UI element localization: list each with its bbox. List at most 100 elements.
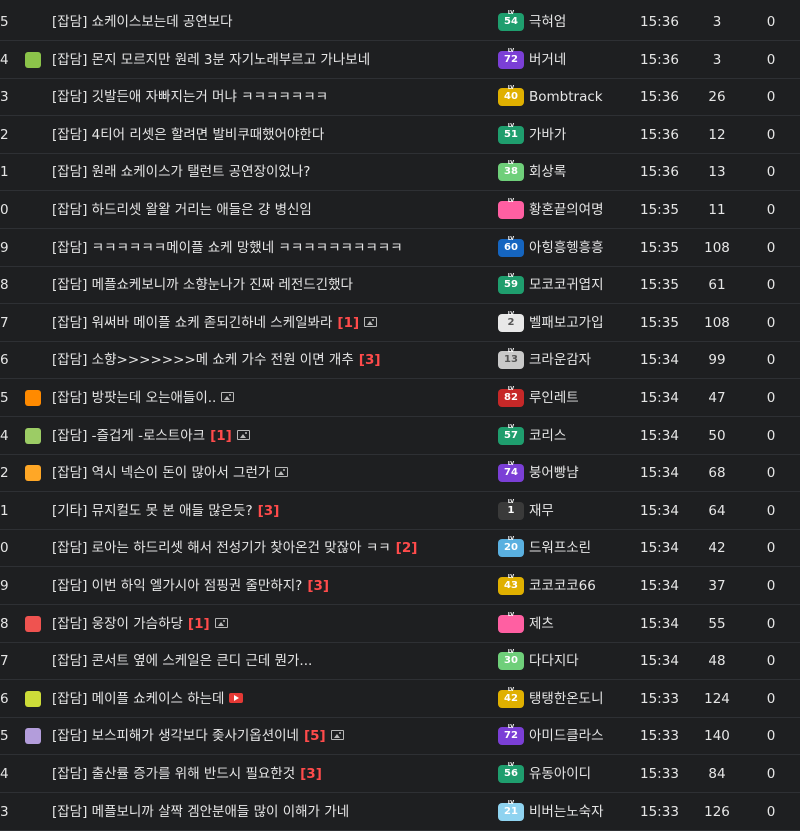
post-row[interactable]: 3 [잡담] 메플보니까 살짝 겜안분애들 많이 이해가 가네 LV 21 비버는노숙자… (0, 794, 800, 831)
post-row[interactable]: 2 [잡담] 역시 넥슨이 돈이 많아서 그런가 LV 74 붕어빵냠 15:34 68 0 (0, 455, 800, 493)
comment-count[interactable]: [2] (396, 540, 418, 556)
post-title[interactable]: 소향>>>>>>>메 쇼케 가수 전원 이면 개추 (92, 352, 354, 368)
post-author[interactable]: 아미드클라스 (529, 718, 637, 755)
post-title-link[interactable]: [잡담] 이번 하익 엘가시아 점핑권 줄만하지? [3] (52, 568, 492, 605)
post-title[interactable]: 깃발든애 자빠지는거 머냐 ㅋㅋㅋㅋㅋㅋㅋ (92, 89, 328, 105)
comment-count[interactable]: [1] (210, 428, 232, 444)
post-thumbnail-icon[interactable] (25, 728, 41, 745)
post-thumbnail-icon[interactable] (25, 51, 41, 68)
post-title-link[interactable]: [기타] 뮤지컬도 못 본 애들 많은듯? [3] (52, 493, 492, 530)
post-row[interactable]: 5 [잡담] 방팟는데 오는애들이.. LV 82 루인레트 15:34 47 0 (0, 380, 800, 417)
post-author[interactable]: 버거네 (529, 42, 637, 79)
post-row[interactable]: 6 [잡담] 소향>>>>>>>메 쇼케 가수 전원 이면 개추 [3] LV 13 크라… (0, 342, 800, 380)
comment-count[interactable]: [1] (188, 616, 210, 632)
post-title[interactable]: 웅장이 가슴하당 (92, 616, 183, 632)
post-title-link[interactable]: [잡담] 메플보니까 살짝 겜안분애들 많이 이해가 가네 (52, 794, 492, 831)
post-author[interactable]: 루인레트 (529, 380, 637, 417)
post-thumbnail-icon[interactable] (25, 615, 41, 632)
post-title-link[interactable]: [잡담] 로아는 하드리셋 해서 전성기가 찾아온건 맞잖아 ㅋㅋ [2] (52, 530, 492, 567)
post-row[interactable]: 3 [잡담] 깃발든애 자빠지는거 머냐 ㅋㅋㅋㅋㅋㅋㅋ LV 40 Bombtrack… (0, 79, 800, 117)
post-title-link[interactable]: [잡담] 워써바 메이플 쇼케 졷되긴하네 스케일봐라 [1] (52, 305, 492, 342)
post-row[interactable]: 6 [잡담] 메이플 쇼케이스 하는데 LV 42 탱탱한온도니 15:33 124 0 (0, 681, 800, 718)
post-title[interactable]: 역시 넥슨이 돈이 많아서 그런가 (92, 465, 271, 481)
post-title-link[interactable]: [잡담] ㅋㅋㅋㅋㅋㅋ메이플 쇼케 망했네 ㅋㅋㅋㅋㅋㅋㅋㅋㅋㅋ (52, 230, 492, 267)
post-title[interactable]: 하드리셋 왈왈 거리는 애들은 걍 병신임 (92, 202, 312, 218)
post-row[interactable]: 9 [잡담] 이번 하익 엘가시아 점핑권 줄만하지? [3] LV 43 코코코코66 1… (0, 568, 800, 605)
post-author[interactable]: 가바가 (529, 117, 637, 154)
post-title-link[interactable]: [잡담] 메이플 쇼케이스 하는데 (52, 681, 492, 718)
post-thumbnail-icon[interactable] (25, 465, 41, 482)
comment-count[interactable]: [3] (307, 578, 329, 594)
post-title[interactable]: 보스피해가 생각보다 좆사기옵션이네 (92, 728, 299, 744)
post-author[interactable]: 제츠 (529, 606, 637, 643)
post-row[interactable]: 2 [잡담] 4티어 리셋은 할려면 발비쿠때했어야한다 LV 51 가바가 15:36 1… (0, 117, 800, 154)
post-author[interactable]: 황혼끝의여명 (529, 192, 637, 229)
post-title[interactable]: -즐겁게 -로스트아크 (92, 428, 205, 444)
post-row[interactable]: 5 [잡담] 보스피해가 생각보다 좆사기옵션이네 [5] LV 72 아미드클라스 15:… (0, 718, 800, 756)
post-title[interactable]: 4티어 리셋은 할려면 발비쿠때했어야한다 (92, 127, 325, 143)
post-row[interactable]: 4 [잡담] 몬지 모르지만 원레 3분 자기노래부르고 가나보네 LV 72 버거네 1… (0, 42, 800, 79)
post-row[interactable]: 8 [잡담] 메플쇼케보니까 소향눈나가 진짜 레전드긴했다 LV 59 모코코귀엽지 1… (0, 267, 800, 305)
post-row[interactable]: 1 [기타] 뮤지컬도 못 본 애들 많은듯? [3] LV 1 재무 15:34 64 0 (0, 493, 800, 530)
post-title-link[interactable]: [잡담] -즐겁게 -로스트아크 [1] (52, 418, 492, 455)
post-author[interactable]: 회상록 (529, 154, 637, 191)
post-row[interactable]: 9 [잡담] ㅋㅋㅋㅋㅋㅋ메이플 쇼케 망했네 ㅋㅋㅋㅋㅋㅋㅋㅋㅋㅋ LV 60 아힝흥… (0, 230, 800, 267)
post-title-link[interactable]: [잡담] 메플쇼케보니까 소향눈나가 진짜 레전드긴했다 (52, 267, 492, 304)
post-author[interactable]: 탱탱한온도니 (529, 681, 637, 718)
post-title-link[interactable]: [잡담] 깃발든애 자빠지는거 머냐 ㅋㅋㅋㅋㅋㅋㅋ (52, 79, 492, 116)
post-title[interactable]: 몬지 모르지만 원레 3분 자기노래부르고 가나보네 (92, 52, 370, 68)
post-title[interactable]: 로아는 하드리셋 해서 전성기가 찾아온건 맞잖아 ㅋㅋ (92, 540, 391, 556)
comment-count[interactable]: [1] (337, 315, 359, 331)
post-title-link[interactable]: [잡담] 웅장이 가슴하당 [1] (52, 606, 492, 643)
post-title[interactable]: 메이플 쇼케이스 하는데 (92, 691, 225, 707)
post-title[interactable]: 콘서트 옆에 스케일은 큰디 근데 뭔가... (92, 653, 313, 669)
comment-count[interactable]: [3] (359, 352, 381, 368)
post-title[interactable]: 원래 쇼케이스가 탤런트 공연장이었나? (92, 164, 311, 180)
post-author[interactable]: 재무 (529, 493, 637, 530)
post-row[interactable]: 0 [잡담] 하드리셋 왈왈 거리는 애들은 걍 병신임 LV 황혼끝의여명 15:35… (0, 192, 800, 229)
post-title[interactable]: 쇼케이스보는데 공연보다 (92, 14, 233, 30)
post-author[interactable]: 벨패보고가입 (529, 305, 637, 342)
post-author[interactable]: 유동아이디 (529, 756, 637, 793)
post-title-link[interactable]: [잡담] 역시 넥슨이 돈이 많아서 그런가 (52, 455, 492, 492)
post-title-link[interactable]: [잡담] 하드리셋 왈왈 거리는 애들은 걍 병신임 (52, 192, 492, 229)
comment-count[interactable]: [3] (300, 766, 322, 782)
post-thumbnail-icon[interactable] (25, 690, 41, 707)
post-title[interactable]: 출산률 증가를 위해 반드시 필요한것 (92, 766, 295, 782)
post-row[interactable]: 4 [잡담] -즐겁게 -로스트아크 [1] LV 57 코리스 15:34 50 0 (0, 418, 800, 455)
post-title-link[interactable]: [잡담] 보스피해가 생각보다 좆사기옵션이네 [5] (52, 718, 492, 755)
comment-count[interactable]: [5] (304, 728, 326, 744)
post-title[interactable]: 방팟는데 오는애들이.. (92, 390, 217, 406)
post-title[interactable]: 뮤지컬도 못 본 애들 많은듯? (92, 503, 253, 519)
post-author[interactable]: 비버는노숙자 (529, 794, 637, 831)
post-title-link[interactable]: [잡담] 원래 쇼케이스가 탤런트 공연장이었나? (52, 154, 492, 191)
post-title-link[interactable]: [잡담] 콘서트 옆에 스케일은 큰디 근데 뭔가... (52, 643, 492, 680)
post-author[interactable]: 붕어빵냠 (529, 455, 637, 492)
post-author[interactable]: 크라운감자 (529, 342, 637, 379)
post-author[interactable]: 드워프소린 (529, 530, 637, 567)
post-title[interactable]: 이번 하익 엘가시아 점핑권 줄만하지? (92, 578, 303, 594)
post-thumbnail-icon[interactable] (25, 390, 41, 406)
post-title-link[interactable]: [잡담] 소향>>>>>>>메 쇼케 가수 전원 이면 개추 [3] (52, 342, 492, 379)
post-row[interactable]: 1 [잡담] 원래 쇼케이스가 탤런트 공연장이었나? LV 38 회상록 15:36 13… (0, 154, 800, 192)
post-title-link[interactable]: [잡담] 쇼케이스보는데 공연보다 (52, 4, 492, 41)
post-title-link[interactable]: [잡담] 방팟는데 오는애들이.. (52, 380, 492, 417)
post-author[interactable]: 코리스 (529, 418, 637, 455)
post-author[interactable]: Bombtrack (529, 79, 637, 116)
post-title[interactable]: 메플보니까 살짝 겜안분애들 많이 이해가 가네 (92, 804, 349, 820)
post-title-link[interactable]: [잡담] 출산률 증가를 위해 반드시 필요한것 [3] (52, 756, 492, 793)
post-row[interactable]: 5 [잡담] 쇼케이스보는데 공연보다 LV 54 극혀엄 15:36 3 0 (0, 4, 800, 41)
post-author[interactable]: 극혀엄 (529, 4, 637, 41)
post-author[interactable]: 아힝흥헹흥흥 (529, 230, 637, 267)
post-thumbnail-icon[interactable] (25, 427, 41, 444)
post-title[interactable]: 메플쇼케보니까 소향눈나가 진짜 레전드긴했다 (92, 277, 353, 293)
post-author[interactable]: 다다지다 (529, 643, 637, 680)
post-row[interactable]: 0 [잡담] 로아는 하드리셋 해서 전성기가 찾아온건 맞잖아 ㅋㅋ [2] LV 2… (0, 530, 800, 568)
post-title-link[interactable]: [잡담] 몬지 모르지만 원레 3분 자기노래부르고 가나보네 (52, 42, 492, 79)
post-row[interactable]: 8 [잡담] 웅장이 가슴하당 [1] LV 제츠 15:34 55 0 (0, 606, 800, 643)
post-row[interactable]: 7 [잡담] 워써바 메이플 쇼케 졷되긴하네 스케일봐라 [1] LV 2 벨패보고가입… (0, 305, 800, 342)
post-row[interactable]: 4 [잡담] 출산률 증가를 위해 반드시 필요한것 [3] LV 56 유동아이디 15:… (0, 756, 800, 793)
post-author[interactable]: 코코코코66 (529, 568, 637, 605)
post-title-link[interactable]: [잡담] 4티어 리셋은 할려면 발비쿠때했어야한다 (52, 117, 492, 154)
post-row[interactable]: 7 [잡담] 콘서트 옆에 스케일은 큰디 근데 뭔가... LV 30 다다지다 15:… (0, 643, 800, 681)
